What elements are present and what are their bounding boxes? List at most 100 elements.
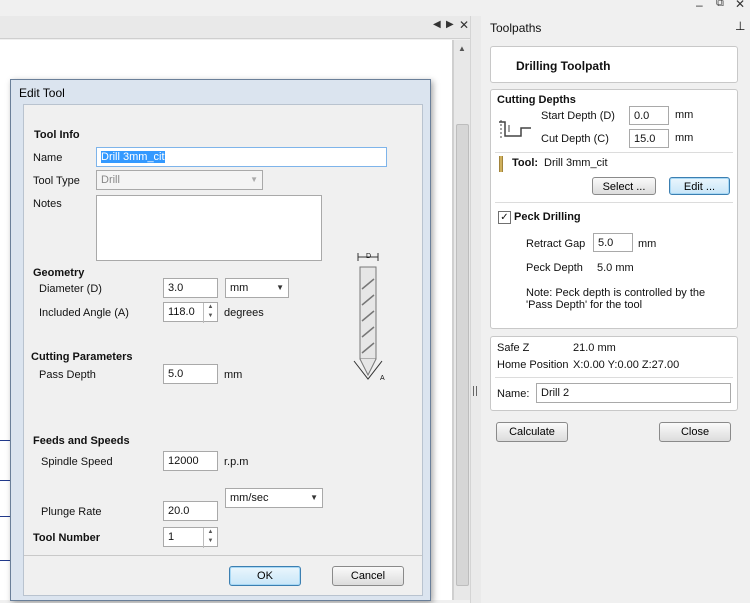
start-depth-input[interactable]: 0.0	[629, 106, 669, 125]
plunge-rate-label: Plunge Rate	[41, 506, 102, 518]
tool-label: Tool:	[512, 157, 539, 169]
cut-depth-label: Cut Depth (C)	[541, 133, 609, 145]
cutting-parameters-title: Cutting Parameters	[31, 351, 133, 363]
canvas-vector-line	[0, 480, 10, 481]
calculate-button[interactable]: Calculate	[496, 422, 568, 442]
included-angle-spinner[interactable]: ▲ ▼	[203, 303, 217, 323]
spindle-speed-label: Spindle Speed	[41, 456, 113, 468]
edit-tool-button[interactable]: Edit ...	[669, 177, 730, 195]
included-angle-value: 118.0	[168, 306, 195, 318]
dialog-body: Tool Info Name Drill 3mm_cit Tool Type D…	[23, 104, 423, 596]
plunge-rate-unit-value: mm/sec	[230, 492, 269, 504]
pass-depth-label: Pass Depth	[39, 369, 96, 381]
notes-textarea[interactable]	[96, 195, 322, 261]
chevron-down-icon: ▼	[250, 175, 258, 184]
degrees-label: degrees	[224, 307, 264, 319]
plunge-rate-unit-dropdown[interactable]: mm/sec ▼	[225, 488, 323, 508]
peck-depth-value: 5.0 mm	[597, 262, 634, 274]
toolpath-name-input[interactable]: Drill 2	[536, 383, 731, 403]
tool-number-spinner[interactable]: ▲ ▼	[203, 528, 217, 548]
spindle-speed-unit: r.p.m	[224, 456, 249, 468]
close-window-icon[interactable]: ✕	[735, 0, 745, 11]
tool-number-label: Tool Number	[33, 532, 101, 544]
geometry-title: Geometry	[33, 267, 85, 279]
divider	[495, 202, 733, 203]
diameter-input[interactable]: 3.0	[163, 278, 218, 298]
cut-depth-input[interactable]: 15.0	[629, 129, 669, 148]
footer-divider	[24, 555, 422, 556]
included-angle-label: Included Angle (A)	[39, 307, 129, 319]
chevron-down-icon: ▼	[310, 493, 318, 502]
start-depth-unit: mm	[675, 109, 694, 121]
toolpath-settings-box: Cutting Depths Start Depth (D) 0.0 mm Cu…	[490, 89, 738, 329]
home-position-label: Home Position	[497, 359, 569, 371]
scrollbar-thumb[interactable]	[456, 124, 469, 586]
tab-scroll-left-icon[interactable]: ◀	[433, 19, 441, 30]
top-strip	[0, 0, 750, 16]
close-button[interactable]: Close	[659, 422, 731, 442]
spindle-speed-input[interactable]: 12000	[163, 451, 218, 471]
chevron-down-icon: ▼	[276, 283, 284, 292]
drill-bit-diagram	[353, 253, 383, 380]
toolpaths-panel: Toolpaths ⊥ Drilling Toolpath Cutting De…	[481, 16, 750, 603]
cut-depth-unit: mm	[675, 132, 694, 144]
spinner-down-icon[interactable]: ▼	[204, 312, 217, 321]
retract-gap-unit: mm	[638, 238, 657, 250]
splitter-grip	[476, 386, 477, 396]
pass-depth-unit: mm	[224, 369, 243, 381]
start-depth-label: Start Depth (D)	[541, 110, 615, 122]
diagram-d-label: D	[366, 253, 372, 260]
tool-type-dropdown[interactable]: Drill ▼	[96, 170, 263, 190]
notes-label: Notes	[33, 198, 62, 210]
peck-note-line1: Note: Peck depth is controlled by the	[526, 287, 706, 299]
tab-scroll-right-icon[interactable]: ▶	[446, 19, 454, 30]
select-tool-button[interactable]: Select ...	[592, 177, 656, 195]
peck-note-line2: 'Pass Depth' for the tool	[526, 299, 643, 311]
spinner-up-icon[interactable]: ▲	[204, 303, 217, 312]
toolpath-heading-box: Drilling Toolpath	[490, 46, 738, 83]
tool-type-label: Tool Type	[33, 175, 80, 187]
diagram-a-label: A	[380, 375, 385, 382]
peck-drilling-checkbox[interactable]: ✓	[498, 211, 511, 224]
cutting-depth-icon	[499, 120, 531, 140]
included-angle-input[interactable]: 118.0 ▲ ▼	[163, 302, 218, 323]
tool-name-input[interactable]: Drill 3mm_cit	[96, 147, 387, 167]
cancel-button[interactable]: Cancel	[332, 566, 404, 586]
tool-name: Drill 3mm_cit	[544, 157, 608, 169]
spinner-up-icon[interactable]: ▲	[204, 528, 217, 537]
minimize-icon[interactable]: –	[696, 0, 703, 12]
canvas-vector-line	[0, 560, 10, 561]
scroll-up-icon[interactable]: ▲	[458, 44, 466, 53]
diameter-label: Diameter (D)	[39, 283, 102, 295]
ok-button[interactable]: OK	[229, 566, 301, 586]
divider	[495, 377, 733, 378]
tool-name-selection: Drill 3mm_cit	[101, 151, 165, 163]
plunge-rate-input[interactable]: 20.0	[163, 501, 218, 521]
cutting-depths-title: Cutting Depths	[497, 94, 576, 106]
toolpath-info-box: Safe Z 21.0 mm Home Position X:0.00 Y:0.…	[490, 336, 738, 411]
spinner-down-icon[interactable]: ▼	[204, 537, 217, 546]
panel-title: Toolpaths	[490, 21, 542, 35]
toolpath-heading: Drilling Toolpath	[516, 59, 611, 73]
divider	[495, 152, 733, 153]
tool-number-value: 1	[168, 531, 175, 543]
restore-icon[interactable]: ⧉	[716, 0, 724, 10]
feeds-speeds-title: Feeds and Speeds	[33, 435, 130, 447]
document-tab-bar	[0, 16, 476, 39]
diameter-unit-dropdown[interactable]: mm ▼	[225, 278, 289, 298]
retract-gap-input[interactable]: 5.0	[593, 233, 633, 252]
pass-depth-input[interactable]: 5.0	[163, 364, 218, 384]
peck-depth-label: Peck Depth	[526, 262, 583, 274]
peck-drilling-title: Peck Drilling	[514, 211, 581, 223]
vertical-scrollbar[interactable]: ▲	[453, 40, 470, 600]
home-position-value: X:0.00 Y:0.00 Z:27.00	[573, 359, 680, 371]
tool-number-input[interactable]: 1 ▲ ▼	[163, 527, 218, 548]
toolpath-name-label: Name:	[497, 388, 530, 400]
close-document-icon[interactable]: ✕	[459, 18, 469, 32]
tool-info-title: Tool Info	[34, 129, 80, 141]
splitter-grip	[473, 386, 474, 396]
retract-gap-label: Retract Gap	[526, 238, 586, 250]
safe-z-value: 21.0 mm	[573, 342, 616, 354]
pin-icon[interactable]: ⊥	[735, 19, 745, 33]
dialog-title: Edit Tool	[19, 86, 65, 100]
